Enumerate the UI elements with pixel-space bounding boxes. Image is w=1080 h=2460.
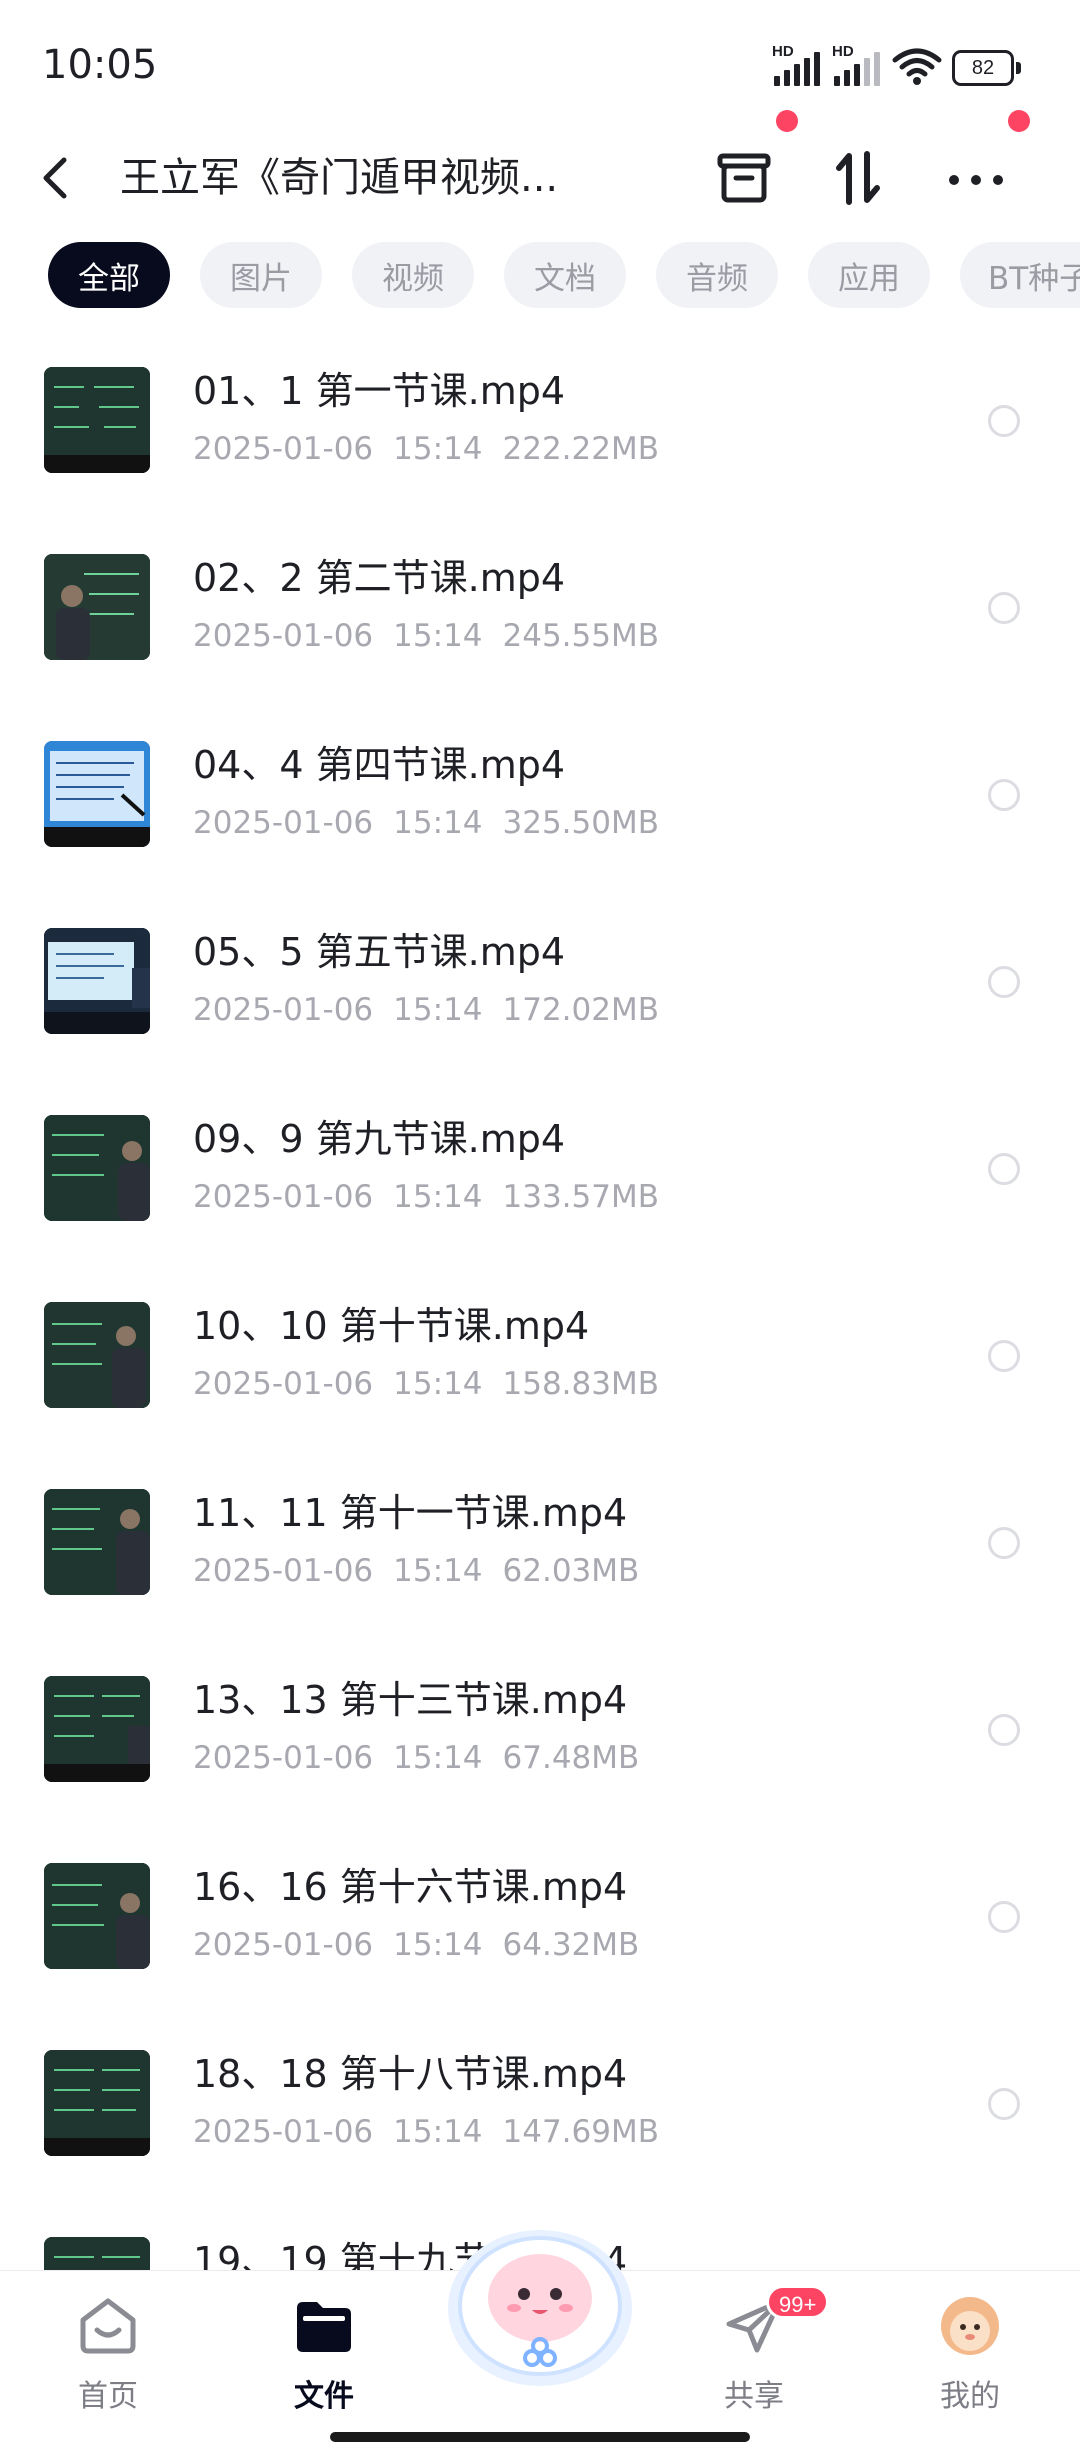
video-thumbnail [44, 1489, 150, 1595]
file-name: 04、4 第四节课.mp4 [193, 743, 566, 787]
select-checkbox[interactable] [988, 966, 1020, 998]
home-icon [73, 2291, 143, 2361]
sort-icon [833, 150, 883, 210]
select-checkbox[interactable] [988, 592, 1020, 624]
nav-files[interactable]: 文件 [254, 2291, 394, 2421]
nav-profile[interactable]: 我的 [900, 2291, 1040, 2421]
back-icon [40, 156, 70, 204]
status-bar: 10:05 HD HD 82 [0, 0, 1080, 130]
back-button[interactable] [40, 140, 100, 220]
select-checkbox[interactable] [988, 1153, 1020, 1185]
nav-label: 首页 [78, 2379, 138, 2414]
file-row[interactable]: 02、2 第二节课.mp4 2025-01-06 15:14 245.55MB [0, 512, 1080, 699]
file-meta: 2025-01-06 15:14 133.57MB [193, 1179, 659, 1215]
filter-apps[interactable]: 应用 [808, 242, 930, 308]
select-checkbox[interactable] [988, 2088, 1020, 2120]
notification-dot [1008, 110, 1030, 132]
file-meta: 2025-01-06 15:14 245.55MB [193, 618, 659, 654]
select-checkbox[interactable] [988, 1340, 1020, 1372]
file-row[interactable]: 10、10 第十节课.mp4 2025-01-06 15:14 158.83MB [0, 1260, 1080, 1447]
file-name: 11、11 第十一节课.mp4 [193, 1491, 628, 1535]
file-name: 05、5 第五节课.mp4 [193, 930, 566, 974]
sort-button[interactable] [818, 140, 898, 220]
signal-icon: HD [832, 44, 882, 86]
file-row[interactable]: 09、9 第九节课.mp4 2025-01-06 15:14 133.57MB [0, 1073, 1080, 1260]
video-thumbnail [44, 1115, 150, 1221]
filter-tabs: 全部 图片 视频 文档 音频 应用 BT种子 [0, 240, 1080, 310]
file-name: 10、10 第十节课.mp4 [193, 1304, 590, 1348]
file-meta: 2025-01-06 15:14 67.48MB [193, 1740, 640, 1776]
video-thumbnail [44, 554, 150, 660]
file-row[interactable]: 13、13 第十三节课.mp4 2025-01-06 15:14 67.48MB [0, 1634, 1080, 1821]
nav-label: 文件 [294, 2379, 354, 2414]
filter-all[interactable]: 全部 [48, 242, 170, 308]
filter-audio[interactable]: 音频 [656, 242, 778, 308]
file-name: 16、16 第十六节课.mp4 [193, 1865, 628, 1909]
video-thumbnail [44, 2237, 150, 2270]
video-thumbnail [44, 1302, 150, 1408]
battery-level: 82 [971, 56, 995, 79]
assistant-mascot-button[interactable] [440, 2218, 640, 2398]
file-name: 09、9 第九节课.mp4 [193, 1117, 566, 1161]
nav-home[interactable]: 首页 [38, 2291, 178, 2421]
more-button[interactable] [936, 140, 1016, 220]
file-meta: 2025-01-06 15:14 325.50MB [193, 805, 659, 841]
file-name: 18、18 第十八节课.mp4 [193, 2052, 628, 2096]
file-meta: 2025-01-06 15:14 222.22MB [193, 431, 659, 467]
notification-dot [776, 110, 798, 132]
select-checkbox[interactable] [988, 1901, 1020, 1933]
nav-label: 共享 [724, 2379, 784, 2414]
file-name: 01、1 第一节课.mp4 [193, 369, 566, 413]
filter-bt[interactable]: BT种子 [960, 242, 1080, 308]
filter-documents[interactable]: 文档 [504, 242, 626, 308]
video-thumbnail [44, 741, 150, 847]
file-meta: 2025-01-06 15:14 64.32MB [193, 1927, 640, 1963]
select-checkbox[interactable] [988, 1527, 1020, 1559]
more-icon [948, 171, 1004, 190]
file-row[interactable]: 01、1 第一节课.mp4 2025-01-06 15:14 222.22MB [0, 325, 1080, 512]
folder-icon [289, 2291, 359, 2361]
file-list: 01、1 第一节课.mp4 2025-01-06 15:14 222.22MB 02… [0, 325, 1080, 2270]
file-name: 13、13 第十三节课.mp4 [193, 1678, 628, 1722]
file-row[interactable]: 16、16 第十六节课.mp4 2025-01-06 15:14 64.32MB [0, 1821, 1080, 2008]
select-checkbox[interactable] [988, 779, 1020, 811]
home-indicator[interactable] [330, 2432, 750, 2442]
file-name: 02、2 第二节课.mp4 [193, 556, 566, 600]
battery-icon: 82 [952, 50, 1022, 86]
archive-icon [716, 152, 772, 208]
status-time: 10:05 [42, 42, 158, 88]
select-checkbox[interactable] [988, 1714, 1020, 1746]
file-row[interactable]: 04、4 第四节课.mp4 2025-01-06 15:14 325.50MB [0, 699, 1080, 886]
page-title: 王立军《奇门遁甲视频... [120, 155, 559, 201]
file-meta: 2025-01-06 15:14 172.02MB [193, 992, 659, 1028]
video-thumbnail [44, 367, 150, 473]
file-row[interactable]: 11、11 第十一节课.mp4 2025-01-06 15:14 62.03MB [0, 1447, 1080, 1634]
wifi-icon [892, 46, 942, 86]
nav-share[interactable]: 99+ 共享 [684, 2285, 830, 2421]
video-thumbnail [44, 1863, 150, 1969]
video-thumbnail [44, 928, 150, 1034]
file-meta: 2025-01-06 15:14 158.83MB [193, 1366, 659, 1402]
video-thumbnail [44, 1676, 150, 1782]
avatar-icon [935, 2291, 1005, 2361]
file-meta: 2025-01-06 15:14 62.03MB [193, 1553, 640, 1589]
archive-button[interactable] [704, 140, 784, 220]
filter-videos[interactable]: 视频 [352, 242, 474, 308]
file-row[interactable]: 18、18 第十八节课.mp4 2025-01-06 15:14 147.69MB [0, 2008, 1080, 2195]
file-meta: 2025-01-06 15:14 147.69MB [193, 2114, 659, 2150]
file-row[interactable]: 05、5 第五节课.mp4 2025-01-06 15:14 172.02MB [0, 886, 1080, 1073]
filter-images[interactable]: 图片 [200, 242, 322, 308]
video-thumbnail [44, 2050, 150, 2156]
select-checkbox[interactable] [988, 405, 1020, 437]
signal-icon: HD [772, 44, 822, 86]
share-badge: 99+ [766, 2285, 830, 2319]
nav-label: 我的 [940, 2379, 1000, 2414]
title-bar: 王立军《奇门遁甲视频... [0, 110, 1080, 230]
